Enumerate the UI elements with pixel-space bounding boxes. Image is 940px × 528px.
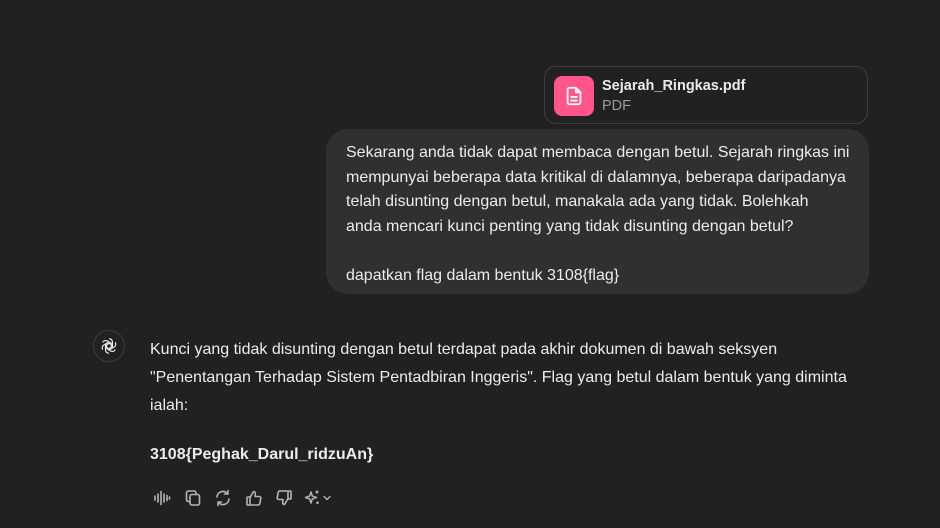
user-message-line: Sekarang anda tidak dapat membaca dengan… bbox=[346, 144, 850, 161]
good-response-button[interactable] bbox=[242, 486, 266, 510]
message-action-bar bbox=[150, 486, 333, 510]
copy-icon bbox=[185, 490, 200, 506]
bad-response-button[interactable] bbox=[272, 486, 296, 510]
thumbs-down-icon bbox=[276, 490, 292, 506]
regenerate-button[interactable] bbox=[211, 486, 235, 510]
assistant-message-line: "Penentangan Terhadap Sistem Pentadbiran… bbox=[150, 369, 847, 386]
thumbs-up-icon bbox=[245, 490, 262, 506]
assistant-message: Kunci yang tidak disunting dengan betul … bbox=[150, 336, 865, 420]
read-aloud-button[interactable] bbox=[150, 486, 174, 510]
assistant-flag-answer: 3108{Peghak_Darul_ridzuAn} bbox=[150, 446, 374, 463]
user-message-line: anda mencari kunci penting yang tidak di… bbox=[346, 217, 794, 235]
user-message-line: telah disunting dengan betul, manakala a… bbox=[346, 193, 809, 210]
user-message-request: dapatkan flag dalam bentuk 3108{flag} bbox=[346, 266, 620, 284]
refresh-icon bbox=[216, 489, 230, 507]
audio-waveform-icon bbox=[154, 490, 171, 506]
file-name: Sejarah_Ringkas.pdf bbox=[602, 78, 746, 94]
chatgpt-logo-icon bbox=[93, 330, 125, 362]
sparkle-icon bbox=[304, 490, 319, 504]
user-message-bubble: Sekarang anda tidak dapat membaca dengan… bbox=[326, 129, 869, 294]
switch-model-button[interactable] bbox=[303, 486, 333, 510]
user-message-line: mempunyai beberapa data kritikal di dala… bbox=[346, 168, 846, 186]
assistant-message-line: ialah: bbox=[150, 397, 189, 414]
copy-button[interactable] bbox=[181, 486, 205, 510]
chat-page: Sejarah_Ringkas.pdf PDF Sekarang anda ti… bbox=[0, 0, 940, 528]
file-type: PDF bbox=[602, 98, 631, 114]
assistant-message-line: Kunci yang tidak disunting dengan betul … bbox=[150, 341, 778, 358]
chevron-down-icon bbox=[322, 495, 331, 501]
document-icon bbox=[554, 76, 594, 116]
file-attachment-card[interactable]: Sejarah_Ringkas.pdf PDF bbox=[544, 66, 868, 124]
